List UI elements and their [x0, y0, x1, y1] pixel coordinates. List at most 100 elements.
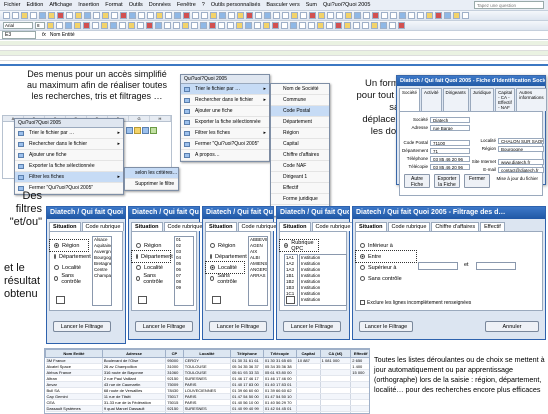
filter-radio[interactable]: Entre: [355, 250, 417, 263]
menu-10[interactable]: Basculer vers: [266, 2, 299, 8]
radio-button-icon[interactable]: [210, 265, 215, 270]
radio-button-icon[interactable]: [360, 265, 365, 270]
toolbar-button-icon[interactable]: [30, 12, 37, 19]
toolbar-button-icon[interactable]: [309, 12, 316, 19]
toolbar-button-icon[interactable]: [237, 12, 244, 19]
radio-button-icon[interactable]: [136, 265, 141, 270]
sort-option[interactable]: Nom de Société: [271, 84, 329, 95]
toolbar-button-icon[interactable]: [273, 12, 280, 19]
format-button-icon[interactable]: [200, 22, 207, 29]
checkbox-icon[interactable]: [360, 300, 365, 305]
radio-button-icon[interactable]: [210, 243, 215, 248]
filter-button[interactable]: Lancer le Filtrage: [359, 321, 413, 332]
toolbar-button-icon[interactable]: [93, 12, 100, 19]
toolbar-button-icon[interactable]: [381, 12, 388, 19]
toolbar-button-icon[interactable]: [228, 12, 235, 19]
toolbar-button-icon[interactable]: [174, 12, 181, 19]
sort-option[interactable]: Effectif: [271, 183, 329, 194]
filter-tab[interactable]: Situation: [279, 222, 311, 231]
toolbar-button-icon[interactable]: [192, 12, 199, 19]
column-header[interactable]: Adresse: [101, 349, 167, 358]
table-cell[interactable]: 01 40 17 83 01: [263, 381, 297, 388]
filter-tab[interactable]: Code rubrique: [163, 222, 207, 231]
formula-value[interactable]: Nom Entité: [50, 32, 75, 38]
filter-radio[interactable]: Sans contrôle: [356, 273, 416, 284]
format-button-icon[interactable]: [353, 22, 360, 29]
radio-button-icon[interactable]: [284, 243, 289, 248]
filter-tab[interactable]: Code rubrique: [81, 222, 125, 231]
form-tab[interactable]: Société: [399, 88, 421, 111]
sort-option[interactable]: Département: [271, 117, 329, 128]
toolbar-button-icon[interactable]: [156, 12, 163, 19]
filter-radio[interactable]: Département: [206, 251, 247, 262]
filter-radio[interactable]: Supérieur à: [356, 262, 416, 273]
menu-2[interactable]: Affichage: [49, 2, 72, 8]
filter-radio[interactable]: Localité: [50, 262, 88, 273]
filter-radio[interactable]: Localité: [132, 262, 170, 273]
toolbar-button-icon[interactable]: [291, 12, 298, 19]
name-box[interactable]: E3: [2, 31, 36, 39]
sort-option[interactable]: Code NAF: [271, 161, 329, 172]
toolbar-button-icon[interactable]: [84, 12, 91, 19]
font-name-select[interactable]: Arial: [3, 22, 33, 29]
field-value[interactable]: Bourgogne: [498, 145, 544, 152]
menu-1[interactable]: Edition: [27, 2, 44, 8]
toolbar-button-icon[interactable]: [75, 12, 82, 19]
filter-radio[interactable]: Région: [206, 240, 244, 251]
toolbar-button-icon[interactable]: [210, 12, 217, 19]
listbox-item[interactable]: Champagne: [94, 273, 111, 279]
launch-filter-button[interactable]: Lancer le Filtrage: [53, 321, 111, 332]
center-menu-item[interactable]: Rechercher dans le fichier ▸: [181, 95, 269, 106]
filter-tab[interactable]: Chiffre d'affaires: [431, 222, 480, 231]
table-cell[interactable]: 01 39 66 60 62: [263, 387, 297, 394]
format-button-icon[interactable]: [335, 22, 342, 29]
filter-radio[interactable]: Département: [131, 250, 173, 263]
table-cell[interactable]: 05 34 35 36 37: [230, 363, 264, 370]
toolbar-button-icon[interactable]: [129, 12, 136, 19]
format-button-icon[interactable]: [290, 22, 297, 29]
left-menu-item[interactable]: Rechercher dans le fichier ▸: [15, 139, 123, 150]
radio-button-icon[interactable]: [136, 243, 141, 248]
format-button-icon[interactable]: [56, 22, 63, 29]
toolbar-button-icon[interactable]: [336, 12, 343, 19]
format-button-icon[interactable]: [218, 22, 225, 29]
filter-tab[interactable]: Code rubrique: [387, 222, 431, 231]
filter-tab[interactable]: Code rubrique: [311, 222, 355, 231]
table-cell[interactable]: 01 40 99 40 99: [230, 405, 264, 412]
launch-filter-button[interactable]: Lancer le Filtrage: [135, 321, 193, 332]
menu-8[interactable]: ?: [202, 2, 205, 8]
format-button-icon[interactable]: [146, 22, 153, 29]
filter-tab[interactable]: Situation: [49, 222, 81, 231]
menu-11[interactable]: Sum: [306, 2, 317, 8]
toolbar-button-icon[interactable]: [183, 12, 190, 19]
radio-button-icon[interactable]: [54, 265, 59, 270]
filter-max-input[interactable]: [476, 262, 516, 270]
filter-tab[interactable]: Situation: [205, 222, 237, 231]
form-button[interactable]: Autre Fiche: [404, 174, 430, 188]
format-button-icon[interactable]: [398, 22, 405, 29]
launch-filter-button[interactable]: Lancer le Filtrage: [283, 321, 341, 332]
table-cell[interactable]: 01 40 56 29 70: [263, 399, 297, 406]
sort-option[interactable]: Code Postal: [271, 106, 329, 117]
toolbar-button-icon[interactable]: [21, 12, 28, 19]
toolbar-button-icon[interactable]: [462, 12, 469, 19]
toolbar-button-icon[interactable]: [399, 12, 406, 19]
form-tab[interactable]: Autres informations: [516, 88, 547, 111]
toolbar-button-icon[interactable]: [426, 12, 433, 19]
listbox-item[interactable]: 09: [176, 285, 193, 291]
table-cell[interactable]: 01 47 54 50 10: [263, 393, 297, 400]
sort-option[interactable]: Forme juridique: [271, 194, 329, 205]
menu-3[interactable]: Insertion: [78, 2, 99, 8]
format-button-icon[interactable]: [371, 22, 378, 29]
radio-button-icon[interactable]: [54, 254, 56, 259]
radio-button-icon[interactable]: [210, 254, 212, 259]
format-button-icon[interactable]: [155, 22, 162, 29]
field-value[interactable]: www.diatech.fr: [498, 158, 544, 165]
column-header[interactable]: Télécopie: [262, 349, 297, 358]
toolbar-button-icon[interactable]: [282, 12, 289, 19]
field-value[interactable]: 71: [430, 147, 470, 154]
exclude-incomplete-checkbox[interactable]: Exclure les lignes incomplètement rensei…: [356, 298, 471, 307]
filter-by-criteria-item[interactable]: selon les critères…: [125, 168, 178, 179]
toolbar-button-icon[interactable]: [39, 12, 46, 19]
format-button-icon[interactable]: [92, 22, 99, 29]
